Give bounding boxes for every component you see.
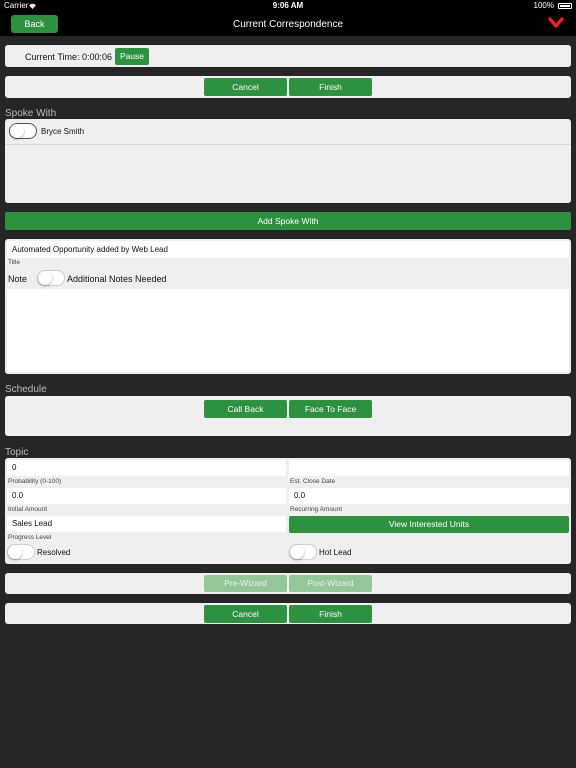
battery-icon <box>558 3 572 9</box>
call-back-button[interactable]: Call Back <box>204 400 287 418</box>
cancel-button-top[interactable]: Cancel <box>204 78 287 96</box>
additional-notes-toggle[interactable] <box>37 270 65 286</box>
title-label: Title <box>8 259 21 266</box>
topic-secondary-field[interactable] <box>289 460 569 476</box>
pause-button[interactable]: Pause <box>115 48 149 65</box>
page-title: Current Correspondence <box>232 19 344 30</box>
resolved-toggle[interactable] <box>7 544 35 560</box>
sales-lead-field[interactable]: Sales Lead <box>7 516 286 532</box>
topic-section-label: Topic <box>5 447 29 458</box>
chevron-down-icon[interactable] <box>548 17 564 29</box>
spoke-with-panel <box>5 119 571 203</box>
initial-amount-label: Initial Amount <box>8 506 48 513</box>
add-spoke-with-button[interactable]: Add Spoke With <box>5 212 571 230</box>
contact-toggle[interactable] <box>9 123 37 139</box>
finish-button-bottom[interactable]: Finish <box>289 605 372 623</box>
topic-field[interactable]: 0 <box>7 460 286 476</box>
probability-field[interactable]: 0.0 <box>7 488 286 504</box>
bottom-actions-panel <box>5 603 571 624</box>
view-interested-units-button[interactable]: View Interested Units <box>289 516 569 533</box>
probability-label: Probability (0-100) <box>8 478 62 485</box>
schedule-panel <box>5 396 571 436</box>
note-label: Note <box>8 274 28 284</box>
note-text-area[interactable] <box>7 289 569 372</box>
top-actions-panel <box>5 76 571 98</box>
close-date-label: Est. Close Date <box>290 478 336 485</box>
additional-notes-label: Additional Notes Needed <box>67 274 167 284</box>
progress-level-label: Progress Level <box>8 534 52 541</box>
hot-lead-toggle[interactable] <box>289 544 317 560</box>
current-time-value: 0:00:06 <box>82 52 113 62</box>
pre-wizard-button[interactable]: Pre-Wizard <box>204 575 287 592</box>
status-bar: Carrier 9:06 AM 100% <box>0 0 576 12</box>
contact-name: Bryce Smith <box>41 127 85 136</box>
recurring-amount-label: Recurring Amount <box>290 506 343 513</box>
contact-divider <box>5 144 571 145</box>
spoke-with-section-label: Spoke With <box>5 108 57 119</box>
close-date-field[interactable]: 0.0 <box>289 488 569 504</box>
resolved-label: Resolved <box>37 548 71 557</box>
cancel-button-bottom[interactable]: Cancel <box>204 605 287 623</box>
battery-percent: 100% <box>533 1 554 10</box>
wizard-panel <box>5 573 571 594</box>
status-time: 9:06 AM <box>272 1 304 10</box>
schedule-section-label: Schedule <box>5 384 47 395</box>
post-wizard-button[interactable]: Post-Wizard <box>289 575 372 592</box>
hot-lead-label: Hot Lead <box>319 548 352 557</box>
opportunity-title-field[interactable]: Automated Opportunity added by Web Lead <box>7 241 569 258</box>
face-to-face-button[interactable]: Face To Face <box>289 400 372 418</box>
current-time-label: Current Time: <box>25 52 80 62</box>
finish-button-top[interactable]: Finish <box>289 78 372 96</box>
